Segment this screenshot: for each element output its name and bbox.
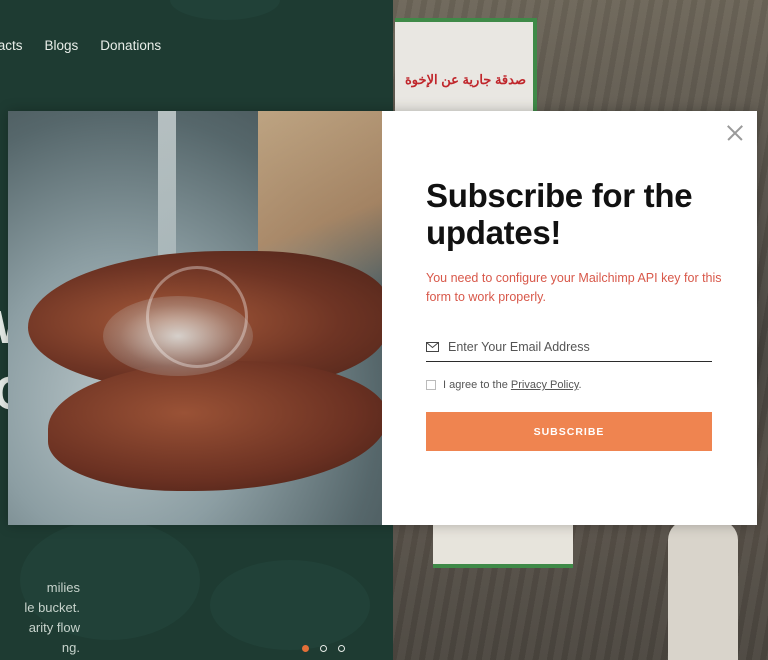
hero-line: arity flow (28, 620, 80, 635)
subscribe-form: Subscribe for the updates! You need to c… (382, 111, 757, 525)
mailchimp-warning: You need to configure your Mailchimp API… (426, 271, 722, 304)
email-field (426, 333, 712, 362)
subscribe-button[interactable]: SUBSCRIBE (426, 412, 712, 451)
modal-title: Subscribe for the updates! (426, 177, 693, 251)
hero-line: milies (46, 580, 80, 595)
envelope-icon (426, 342, 439, 352)
modal-photo-hands-water (8, 111, 382, 525)
nav-item-donations[interactable]: Donations (100, 38, 161, 53)
hand (48, 361, 382, 491)
agree-text: I agree to the Privacy Policy. (443, 379, 582, 391)
hero-line: le bucket. (24, 600, 80, 615)
slider-dot-2[interactable] (320, 645, 327, 652)
subscribe-modal: Subscribe for the updates! You need to c… (8, 111, 757, 525)
privacy-checkbox[interactable] (426, 380, 436, 390)
sheet (433, 520, 573, 568)
nav-item-blogs[interactable]: Blogs (45, 38, 79, 53)
privacy-agreement: I agree to the Privacy Policy. (426, 379, 582, 391)
banner-text: صدقة جارية عن الإخوة (405, 72, 526, 87)
email-input[interactable] (446, 339, 690, 355)
slider-dot-3[interactable] (338, 645, 345, 652)
privacy-policy-link[interactable]: Privacy Policy (511, 379, 579, 391)
map-shape (170, 0, 280, 20)
slider-dot-1[interactable] (302, 645, 309, 652)
hero-line: ng. (61, 640, 80, 655)
person (668, 520, 738, 660)
hero-description: milies le bucket. arity flow ng. (0, 578, 80, 658)
nav-item-contacts[interactable]: tacts (0, 38, 23, 53)
slider-dots (302, 645, 345, 652)
main-nav: tacts Blogs Donations (0, 38, 161, 53)
close-icon[interactable] (727, 125, 743, 141)
watermark-ring (146, 266, 248, 368)
map-shape (210, 560, 370, 650)
